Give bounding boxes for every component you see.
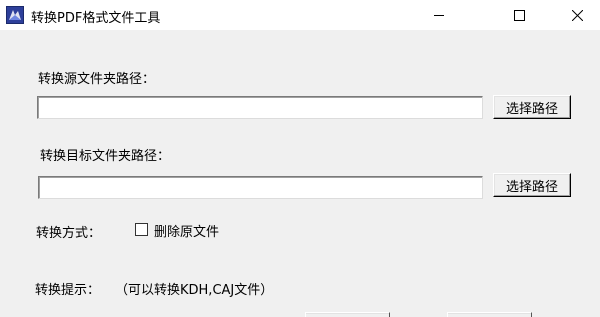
mode-label: 转换方式： bbox=[36, 226, 102, 241]
source-folder-label: 转换源文件夹路径： bbox=[38, 72, 156, 87]
partial-action-button[interactable] bbox=[447, 312, 532, 317]
main-panel: 转换源文件夹路径： 选择路径 转换目标文件夹路径： 选择路径 转换方式： 删除原… bbox=[0, 30, 600, 317]
delete-original-label[interactable]: 删除原文件 bbox=[154, 221, 219, 240]
source-browse-button[interactable]: 选择路径 bbox=[493, 95, 571, 119]
target-folder-label: 转换目标文件夹路径： bbox=[40, 149, 171, 164]
minimize-button[interactable] bbox=[416, 0, 462, 30]
close-button[interactable] bbox=[554, 0, 600, 30]
maximize-icon bbox=[513, 9, 525, 21]
window-title: 转换PDF格式文件工具 bbox=[31, 11, 161, 26]
delete-original-checkbox[interactable] bbox=[135, 223, 148, 236]
hint-label: 转换提示： bbox=[35, 283, 101, 298]
close-icon bbox=[571, 9, 583, 21]
app-icon bbox=[6, 6, 24, 24]
minimize-icon bbox=[434, 10, 444, 20]
title-bar[interactable]: 转换PDF格式文件工具 bbox=[0, 0, 600, 30]
target-browse-button[interactable]: 选择路径 bbox=[493, 173, 571, 197]
source-folder-input[interactable] bbox=[37, 96, 483, 119]
hint-text: （可以转换KDH,CAJ文件） bbox=[115, 283, 274, 298]
target-folder-input[interactable] bbox=[38, 176, 483, 199]
maximize-button[interactable] bbox=[496, 0, 542, 30]
partial-action-button[interactable] bbox=[305, 312, 390, 317]
